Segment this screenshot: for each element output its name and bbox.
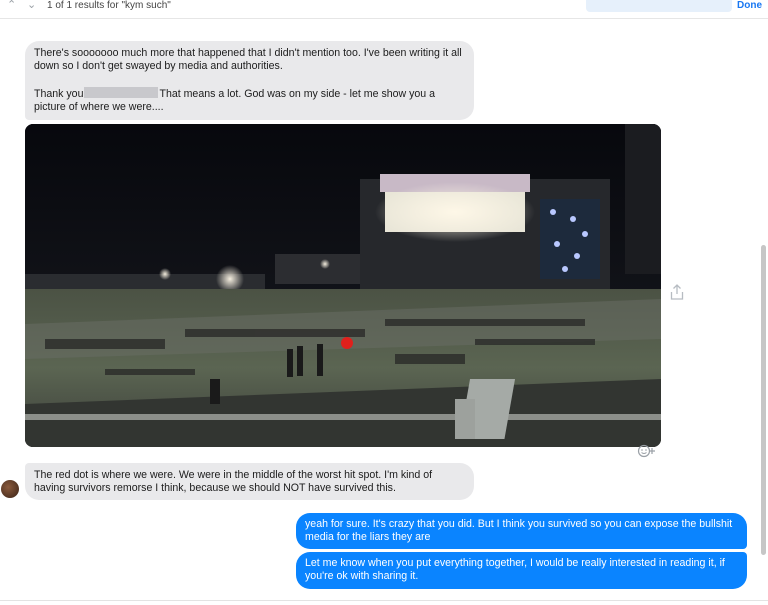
search-results-count: 1 of 1 results for "kym such" bbox=[47, 0, 171, 11]
message-text-part: Thank you bbox=[34, 87, 84, 100]
avatar[interactable] bbox=[1, 480, 19, 498]
message-text: There's sooooooo much more that happened… bbox=[34, 47, 462, 73]
message-text: Thank you That means a lot. God was on my… bbox=[34, 86, 465, 115]
outgoing-message[interactable]: yeah for sure. It's crazy that you did. … bbox=[296, 513, 747, 549]
done-button[interactable]: Done bbox=[737, 0, 762, 12]
red-dot-marker bbox=[341, 337, 353, 349]
chevron-up-icon[interactable]: ⌃ bbox=[7, 0, 16, 11]
redacted-name bbox=[84, 86, 159, 98]
search-results-bar: ⌃ ⌄ 1 of 1 results for "kym such" Done bbox=[0, 0, 768, 19]
outgoing-message[interactable]: Let me know when you put everything toge… bbox=[296, 552, 747, 589]
incoming-message[interactable]: The red dot is where we were. We were in… bbox=[25, 463, 474, 500]
search-action-button[interactable] bbox=[586, 0, 732, 12]
chevron-down-icon[interactable]: ⌄ bbox=[27, 0, 36, 11]
incoming-message[interactable]: There's sooooooo much more that happened… bbox=[25, 41, 474, 120]
divider bbox=[0, 600, 768, 601]
concert-venue-photo bbox=[25, 124, 661, 447]
add-reaction-icon[interactable] bbox=[637, 444, 656, 458]
scrollbar[interactable] bbox=[761, 245, 766, 555]
share-icon[interactable] bbox=[670, 284, 684, 300]
attached-photo[interactable] bbox=[25, 124, 661, 447]
